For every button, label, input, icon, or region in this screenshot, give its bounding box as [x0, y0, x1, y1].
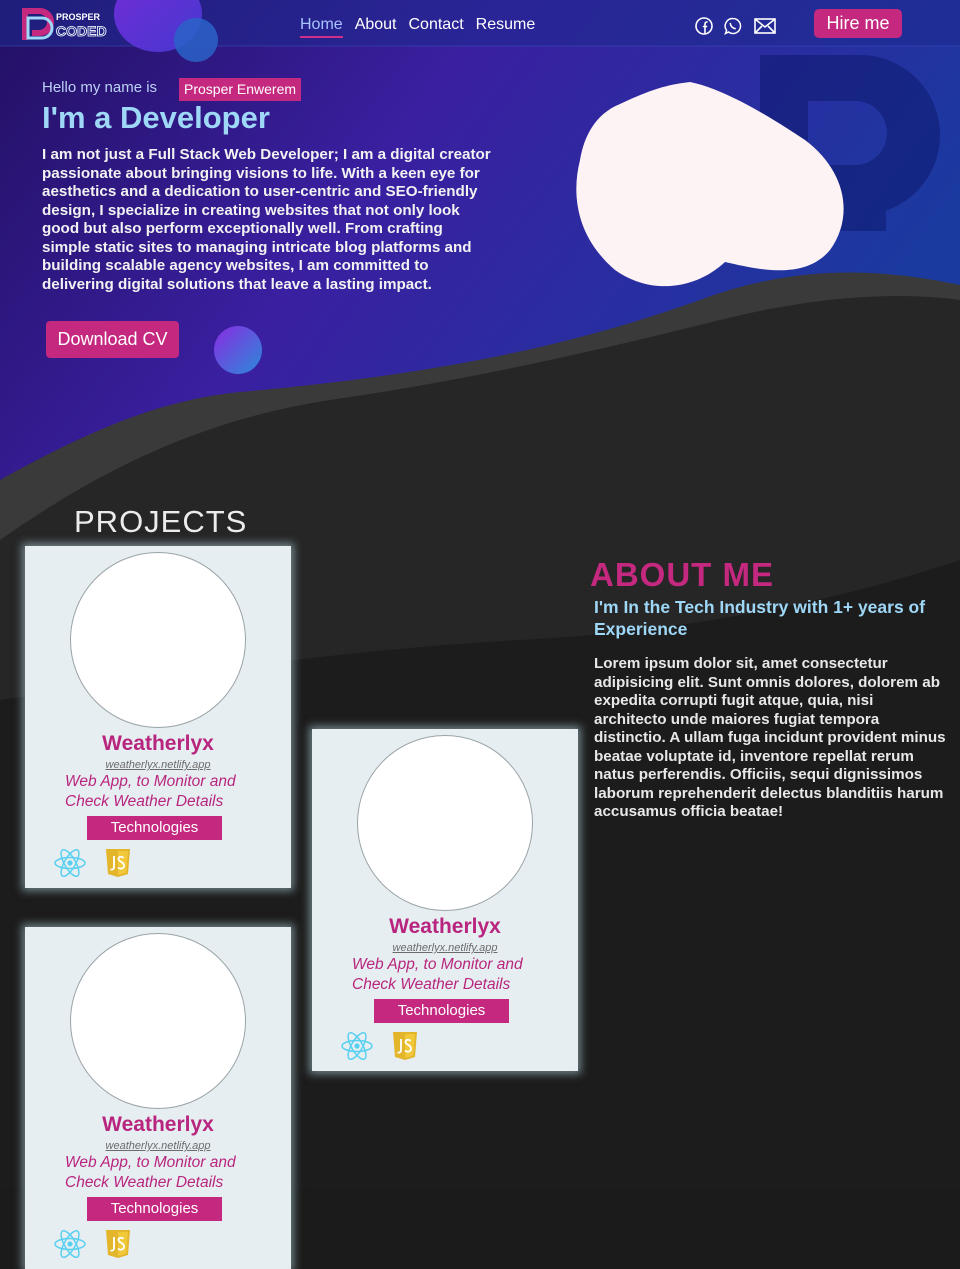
project-title: Weatherlyx	[102, 1113, 214, 1136]
whatsapp-icon[interactable]	[724, 17, 742, 35]
nav-home[interactable]: Home	[300, 16, 343, 38]
logo-big-text: CODED	[56, 23, 107, 39]
project-image[interactable]	[357, 735, 533, 911]
project-link[interactable]: weatherlyx.netlify.app	[312, 942, 578, 954]
about-subtitle: I'm In the Tech Industry with 1+ years o…	[594, 597, 926, 639]
technologies-button[interactable]: Technologies	[87, 816, 222, 840]
nav-about[interactable]: About	[355, 16, 397, 38]
nav-resume[interactable]: Resume	[476, 16, 536, 38]
project-description: Web App, to Monitor and Check Weather De…	[352, 956, 523, 993]
react-icon	[54, 1229, 86, 1259]
react-icon	[341, 1031, 373, 1061]
js-icon	[393, 1032, 417, 1060]
js-icon	[106, 1230, 130, 1258]
hero-role-heading: I'm a Developer	[42, 100, 270, 135]
project-description: Web App, to Monitor and Check Weather De…	[65, 773, 236, 810]
project-title: Weatherlyx	[389, 915, 501, 938]
main-nav: Home About Contact Resume	[300, 16, 547, 38]
hero-name-tag: Prosper Enwerem	[179, 78, 302, 101]
hire-me-button[interactable]: Hire me	[814, 9, 902, 38]
project-title: Weatherlyx	[102, 732, 214, 755]
js-icon	[106, 849, 130, 877]
project-card[interactable]: Weatherlyx weatherlyx.netlify.app Web Ap…	[312, 729, 578, 1071]
technologies-button[interactable]: Technologies	[87, 1197, 222, 1221]
project-card[interactable]: Weatherlyx weatherlyx.netlify.app Web Ap…	[25, 546, 291, 888]
hero-intro-text: I am not just a Full Stack Web Developer…	[42, 146, 491, 293]
nav-contact[interactable]: Contact	[409, 16, 464, 38]
projects-heading: PROJECTS	[74, 504, 248, 539]
project-card[interactable]: Weatherlyx weatherlyx.netlify.app Web Ap…	[25, 927, 291, 1269]
project-link[interactable]: weatherlyx.netlify.app	[25, 1140, 291, 1152]
mail-icon[interactable]	[754, 18, 776, 34]
project-description: Web App, to Monitor and Check Weather De…	[65, 1154, 236, 1191]
about-text: Lorem ipsum dolor sit, amet consectetur …	[594, 655, 946, 820]
project-link[interactable]: weatherlyx.netlify.app	[25, 759, 291, 771]
logo-small-text: PROSPER	[56, 12, 101, 22]
technologies-button[interactable]: Technologies	[374, 999, 509, 1023]
download-cv-button[interactable]: Download CV	[46, 321, 179, 358]
project-image[interactable]	[70, 552, 246, 728]
about-heading: ABOUT ME	[590, 556, 774, 593]
facebook-icon[interactable]	[695, 17, 713, 35]
brand-logo[interactable]: PROSPER CODED	[20, 4, 112, 42]
react-icon	[54, 848, 86, 878]
project-image[interactable]	[70, 933, 246, 1109]
hero-greeting: Hello my name is	[42, 79, 158, 96]
